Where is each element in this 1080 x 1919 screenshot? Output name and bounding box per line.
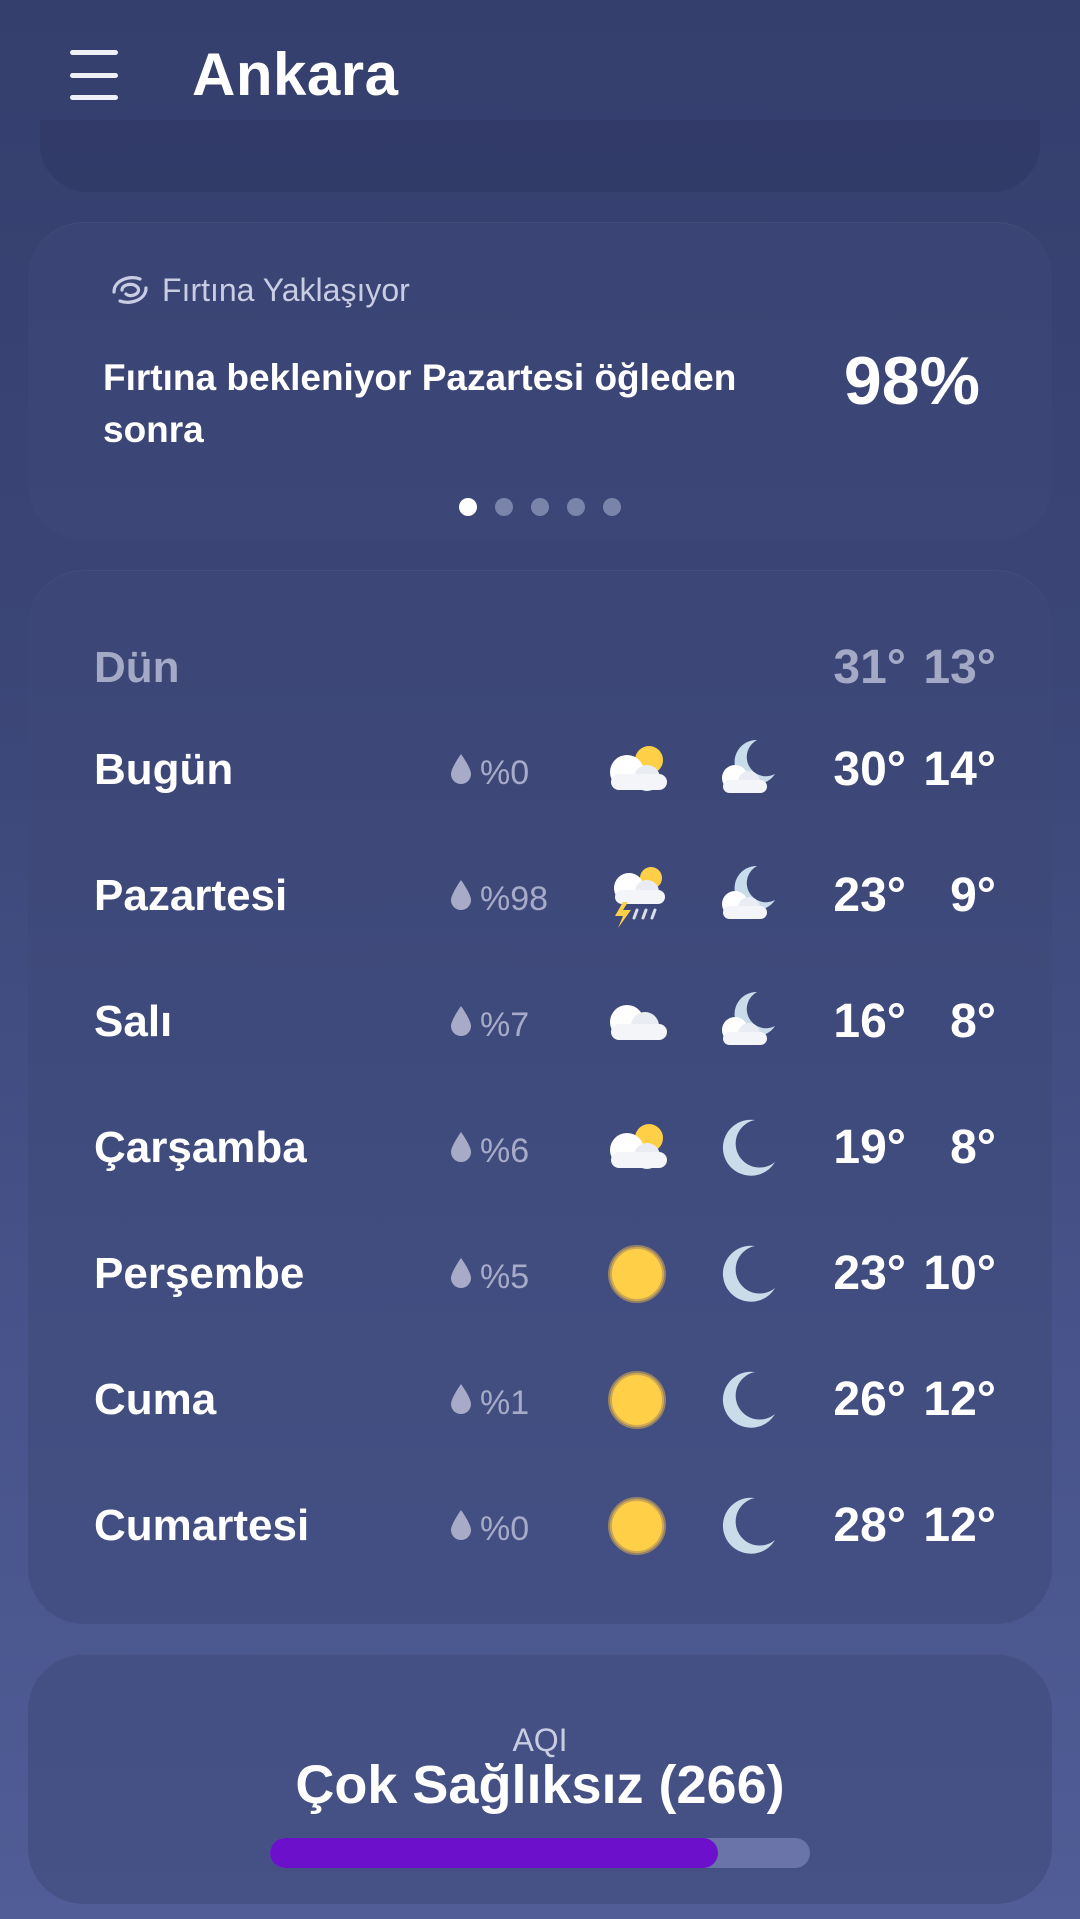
- precipitation-value: %7: [480, 1006, 530, 1044]
- forecast-row-yesterday[interactable]: Dün 31° 13°: [28, 618, 1052, 718]
- temperature-range: 23° 9°: [820, 868, 996, 923]
- forecast-row[interactable]: Cuma %1 26° 12°: [28, 1350, 1052, 1450]
- high-temp: 26°: [833, 1373, 906, 1426]
- raindrop-icon: [448, 1382, 474, 1425]
- high-temp: 31°: [833, 641, 906, 694]
- day-label: Cuma: [94, 1375, 217, 1424]
- forecast-row[interactable]: Çarşamba %6 19° 8°: [28, 1098, 1052, 1198]
- high-temp: 23°: [833, 869, 906, 922]
- partly-cloudy-day-icon: [601, 1112, 673, 1184]
- low-temp: 12°: [923, 1373, 996, 1426]
- pager-dot[interactable]: [459, 498, 477, 516]
- pager-dot[interactable]: [567, 498, 585, 516]
- pager-dot[interactable]: [603, 498, 621, 516]
- temperature-range: 19° 8°: [820, 1120, 996, 1175]
- partly-cloudy-night-icon: [713, 860, 783, 930]
- high-temp: 28°: [833, 1499, 906, 1552]
- forecast-row[interactable]: Cumartesi %0 28° 12°: [28, 1476, 1052, 1576]
- precipitation: %1: [448, 1382, 529, 1425]
- high-temp: 16°: [833, 995, 906, 1048]
- moon-icon: [713, 1112, 783, 1182]
- sun-icon: [601, 1238, 673, 1310]
- partly-cloudy-night-icon: [713, 986, 783, 1056]
- precipitation-value: %0: [480, 754, 530, 792]
- high-temp: 19°: [833, 1121, 906, 1174]
- partly-cloudy-day-icon: [601, 734, 673, 806]
- day-label: Çarşamba: [94, 1123, 307, 1172]
- sun-icon: [601, 1490, 673, 1562]
- precipitation: %7: [448, 1004, 529, 1047]
- city-title: Ankara: [192, 41, 399, 108]
- precipitation-value: %5: [480, 1258, 530, 1296]
- pager-dot[interactable]: [495, 498, 513, 516]
- aqi-value: Çok Sağlıksız (266): [295, 1755, 785, 1815]
- raindrop-icon: [448, 1130, 474, 1173]
- aqi-card[interactable]: AQI Çok Sağlıksız (266): [28, 1654, 1052, 1904]
- temperature-range: 28° 12°: [820, 1498, 996, 1553]
- forecast-row[interactable]: Perşembe %5 23° 10°: [28, 1224, 1052, 1324]
- previous-card-edge: [40, 120, 1040, 192]
- temperature-range: 23° 10°: [820, 1246, 996, 1301]
- forecast-row[interactable]: Bugün %0 30° 14°: [28, 720, 1052, 820]
- day-label: Bugün: [94, 745, 234, 794]
- low-temp: 8°: [950, 1121, 996, 1174]
- precipitation: %0: [448, 1508, 529, 1551]
- low-temp: 8°: [950, 995, 996, 1048]
- low-temp: 14°: [923, 743, 996, 796]
- temperature-range: 31° 13°: [820, 640, 996, 695]
- storm-swirl-icon: [112, 276, 148, 304]
- precipitation: %98: [448, 878, 548, 921]
- moon-icon: [713, 1364, 783, 1434]
- raindrop-icon: [448, 752, 474, 795]
- raindrop-icon: [448, 878, 474, 921]
- precipitation: %6: [448, 1130, 529, 1173]
- high-temp: 30°: [833, 743, 906, 796]
- daily-forecast-card: Dün 31° 13° Bugün %0 30° 14° Pazartesi %98 23…: [28, 570, 1052, 1624]
- temperature-range: 30° 14°: [820, 742, 996, 797]
- high-temp: 23°: [833, 1247, 906, 1300]
- storm-message: Fırtına bekleniyor Pazartesi öğleden son…: [103, 357, 737, 450]
- low-temp: 10°: [923, 1247, 996, 1300]
- aqi-progress-fill: [270, 1838, 719, 1868]
- low-temp: 12°: [923, 1499, 996, 1552]
- pager-dot[interactable]: [531, 498, 549, 516]
- storm-alert-header: Fırtına Yaklaşıyor: [108, 270, 410, 310]
- temperature-range: 16° 8°: [820, 994, 996, 1049]
- storm-probability: 98%: [843, 343, 980, 419]
- forecast-row[interactable]: Pazartesi %98 23° 9°: [28, 846, 1052, 946]
- moon-icon: [713, 1238, 783, 1308]
- day-label: Salı: [94, 997, 173, 1046]
- precipitation-value: %0: [480, 1510, 530, 1548]
- partly-cloudy-night-icon: [713, 734, 783, 804]
- precipitation-value: %98: [480, 880, 549, 918]
- hamburger-menu-icon[interactable]: [70, 50, 120, 100]
- low-temp: 13°: [923, 641, 996, 694]
- precipitation: %5: [448, 1256, 529, 1299]
- day-label: Perşembe: [94, 1249, 305, 1298]
- precipitation-value: %1: [480, 1384, 530, 1422]
- precipitation: %0: [448, 752, 529, 795]
- raindrop-icon: [448, 1256, 474, 1299]
- thunderstorm-icon: [601, 860, 673, 932]
- forecast-row[interactable]: Salı %7 16° 8°: [28, 972, 1052, 1072]
- day-label: Pazartesi: [94, 871, 288, 920]
- storm-alert-card[interactable]: Fırtına Yaklaşıyor Fırtına bekleniyor Pa…: [28, 222, 1052, 540]
- day-label: Cumartesi: [94, 1501, 310, 1550]
- raindrop-icon: [448, 1004, 474, 1047]
- raindrop-icon: [448, 1508, 474, 1551]
- day-label: Dün: [94, 643, 180, 692]
- aqi-progress-track: [270, 1838, 810, 1868]
- sun-icon: [601, 1364, 673, 1436]
- low-temp: 9°: [950, 869, 996, 922]
- cloudy-icon: [601, 986, 673, 1058]
- moon-icon: [713, 1490, 783, 1560]
- storm-alert-title: Fırtına Yaklaşıyor: [162, 271, 410, 308]
- precipitation-value: %6: [480, 1132, 530, 1170]
- pager-dots: [28, 498, 1052, 516]
- temperature-range: 26° 12°: [820, 1372, 996, 1427]
